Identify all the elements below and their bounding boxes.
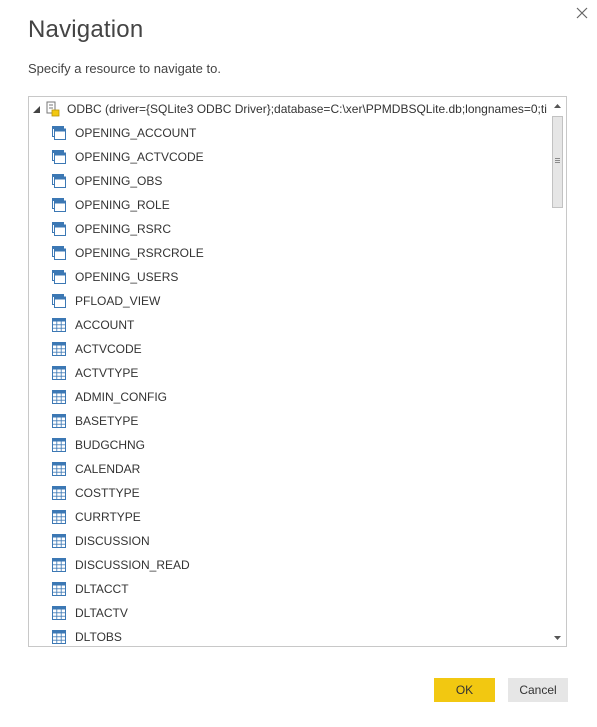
tree-item-label: OPENING_USERS: [75, 270, 179, 284]
tree-item[interactable]: CURRTYPE: [29, 505, 549, 529]
table-icon: [52, 318, 66, 332]
table-icon: [52, 486, 66, 500]
tree-item-label: BUDGCHNG: [75, 438, 146, 452]
dialog-subtitle: Specify a resource to navigate to.: [28, 61, 221, 76]
tree-item[interactable]: DISCUSSION: [29, 529, 549, 553]
tree-root-label: ODBC (driver={SQLite3 ODBC Driver};datab…: [67, 102, 547, 116]
tree-item-label: PFLOAD_VIEW: [75, 294, 161, 308]
table-icon: [52, 462, 66, 476]
tree-item[interactable]: DLTACCT: [29, 577, 549, 601]
tree-item[interactable]: OPENING_OBS: [29, 169, 549, 193]
table-icon: [52, 558, 66, 572]
tree-item-label: OPENING_RSRCROLE: [75, 246, 204, 260]
tree-item[interactable]: COSTTYPE: [29, 481, 549, 505]
tree-item[interactable]: ACTVTYPE: [29, 361, 549, 385]
tree-item-label: ACTVTYPE: [75, 366, 139, 380]
tree-item-label: CURRTYPE: [75, 510, 141, 524]
tree-item[interactable]: DLTACTV: [29, 601, 549, 625]
tree-item[interactable]: ACTVCODE: [29, 337, 549, 361]
cancel-button[interactable]: Cancel: [508, 678, 568, 702]
tree-item[interactable]: OPENING_RSRC: [29, 217, 549, 241]
view-icon: [52, 126, 66, 140]
tree-item-label: CALENDAR: [75, 462, 141, 476]
tree-root-node[interactable]: ODBC (driver={SQLite3 ODBC Driver};datab…: [29, 97, 549, 121]
close-icon: [576, 7, 588, 19]
view-icon: [52, 270, 66, 284]
tree-item[interactable]: OPENING_ACCOUNT: [29, 121, 549, 145]
tree-item[interactable]: DISCUSSION_READ: [29, 553, 549, 577]
tree-item[interactable]: OPENING_ROLE: [29, 193, 549, 217]
tree-item-label: OPENING_ROLE: [75, 198, 170, 212]
tree-item[interactable]: BUDGCHNG: [29, 433, 549, 457]
scroll-thumb[interactable]: [552, 116, 563, 208]
tree-item-label: ACCOUNT: [75, 318, 135, 332]
tree-item[interactable]: CALENDAR: [29, 457, 549, 481]
ok-button[interactable]: OK: [434, 678, 495, 702]
tree-item[interactable]: ACCOUNT: [29, 313, 549, 337]
scroll-up-icon: [554, 103, 561, 108]
tree-item[interactable]: OPENING_ACTVCODE: [29, 145, 549, 169]
view-icon: [52, 174, 66, 188]
tree-item-label: OPENING_OBS: [75, 174, 163, 188]
table-icon: [52, 342, 66, 356]
table-icon: [52, 366, 66, 380]
tree-item[interactable]: PFLOAD_VIEW: [29, 289, 549, 313]
scroll-up-button[interactable]: [549, 97, 566, 114]
expand-arrow-icon[interactable]: [32, 105, 41, 114]
view-icon: [52, 150, 66, 164]
table-icon: [52, 582, 66, 596]
tree-item-label: DLTACTV: [75, 606, 128, 620]
tree-item[interactable]: DLTOBS: [29, 625, 549, 646]
scroll-down-icon: [554, 635, 561, 640]
table-icon: [52, 390, 66, 404]
tree-items: OPENING_ACCOUNT OPENING_ACTVCODE OPENING_O…: [29, 121, 549, 646]
tree-item[interactable]: BASETYPE: [29, 409, 549, 433]
navigator-tree[interactable]: ODBC (driver={SQLite3 ODBC Driver};datab…: [28, 96, 567, 647]
tree-item-label: BASETYPE: [75, 414, 139, 428]
scroll-down-button[interactable]: [549, 629, 566, 646]
tree-item-label: DLTACCT: [75, 582, 129, 596]
view-icon: [52, 222, 66, 236]
view-icon: [52, 198, 66, 212]
tree-item[interactable]: OPENING_RSRCROLE: [29, 241, 549, 265]
table-icon: [52, 414, 66, 428]
tree-item-label: COSTTYPE: [75, 486, 140, 500]
view-icon: [52, 246, 66, 260]
tree-item-label: DISCUSSION_READ: [75, 558, 190, 572]
tree-item[interactable]: ADMIN_CONFIG: [29, 385, 549, 409]
dialog-title: Navigation: [28, 16, 144, 43]
table-icon: [52, 534, 66, 548]
scroll-grip: [555, 158, 560, 164]
database-icon: [46, 101, 60, 117]
tree-item-label: DLTOBS: [75, 630, 122, 644]
tree-item-label: OPENING_RSRC: [75, 222, 172, 236]
close-button[interactable]: [572, 3, 592, 23]
tree-item-label: ACTVCODE: [75, 342, 142, 356]
table-icon: [52, 438, 66, 452]
tree-item[interactable]: OPENING_USERS: [29, 265, 549, 289]
tree-item-label: DISCUSSION: [75, 534, 150, 548]
table-icon: [52, 510, 66, 524]
vertical-scrollbar[interactable]: [549, 97, 566, 646]
tree-item-label: OPENING_ACCOUNT: [75, 126, 197, 140]
view-icon: [52, 294, 66, 308]
tree-item-label: ADMIN_CONFIG: [75, 390, 168, 404]
table-icon: [52, 630, 66, 644]
table-icon: [52, 606, 66, 620]
tree-item-label: OPENING_ACTVCODE: [75, 150, 204, 164]
